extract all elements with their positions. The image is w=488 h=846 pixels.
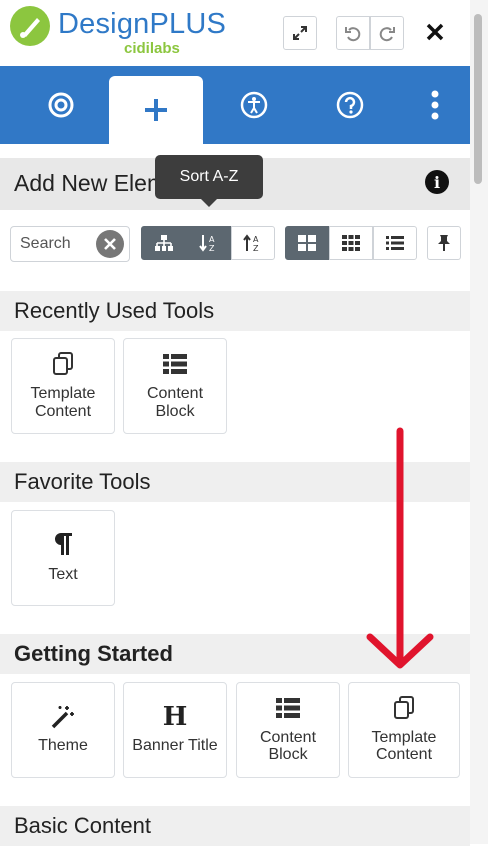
view-large-grid-button[interactable] — [285, 226, 329, 260]
svg-text:A: A — [209, 235, 215, 244]
tool-label-line1: Text — [48, 566, 78, 583]
hierarchy-icon — [155, 235, 173, 251]
tool-label-line1: Banner Title — [132, 737, 218, 754]
plus-icon — [145, 99, 167, 121]
block-list-icon — [236, 698, 340, 718]
target-icon — [48, 92, 74, 118]
brand-subtitle: cidilabs — [124, 40, 180, 57]
more-vertical-icon — [431, 90, 439, 120]
tool-label-line1: Template — [371, 729, 437, 746]
large-grid-icon — [298, 235, 316, 251]
tool-tile-theme[interactable] — [11, 682, 115, 778]
block-list-icon — [123, 354, 227, 374]
close-icon — [104, 238, 116, 250]
svg-text:Z: Z — [253, 244, 259, 253]
tool-tile-text[interactable] — [11, 510, 115, 606]
sort-hierarchy-button[interactable] — [141, 226, 187, 260]
view-list-button[interactable] — [373, 226, 417, 260]
sort-z-a-icon: AZ — [243, 234, 259, 253]
undo-button[interactable] — [336, 16, 370, 50]
sort-a-z-button[interactable]: AZ — [187, 226, 231, 260]
redo-icon — [379, 27, 395, 42]
tab-help[interactable] — [303, 66, 397, 144]
tab-accessibility[interactable] — [207, 66, 301, 144]
search-placeholder: Search — [20, 235, 71, 252]
small-grid-icon — [342, 235, 360, 251]
designplus-logo — [10, 6, 50, 46]
tooltip-arrow — [201, 199, 217, 207]
expand-icon — [293, 26, 307, 40]
section-getting-started-label: Getting Started — [14, 641, 173, 666]
tab-target[interactable] — [14, 66, 108, 144]
tool-label-line2: Content — [34, 403, 92, 420]
brand-title: DesignPLUS — [58, 8, 227, 40]
magic-wand-icon — [11, 704, 115, 730]
svg-text:Z: Z — [209, 244, 215, 253]
sort-tooltip: Sort A-Z — [155, 155, 263, 199]
section-basic-label: Basic Content — [14, 813, 151, 838]
annotation-arrow — [360, 425, 440, 680]
scrollbar-thumb[interactable] — [474, 14, 482, 184]
tool-label-line1: Content — [146, 385, 204, 402]
tool-label-line1: Template — [30, 385, 96, 402]
tab-add-elements[interactable] — [109, 76, 203, 144]
copy-icon — [11, 352, 115, 376]
tool-label-line1: Theme — [38, 737, 88, 754]
section-favorite-label: Favorite Tools — [14, 469, 151, 494]
tool-label-line2: Block — [268, 746, 308, 763]
tool-label-line1: Content — [259, 729, 317, 746]
undo-icon — [345, 27, 361, 42]
redo-button[interactable] — [370, 16, 404, 50]
expand-button[interactable] — [283, 16, 317, 50]
pilcrow-icon — [11, 532, 115, 556]
section-recent-label: Recently Used Tools — [14, 298, 215, 323]
tab-more[interactable] — [388, 66, 482, 144]
close-button[interactable] — [422, 16, 448, 48]
close-icon — [426, 23, 444, 41]
accessibility-icon — [240, 91, 268, 119]
sort-z-a-button[interactable]: AZ — [231, 226, 275, 260]
tab-bar — [0, 66, 470, 144]
info-icon[interactable]: i — [425, 170, 449, 194]
heading-icon: H — [162, 702, 188, 732]
tool-label-line2: Content — [375, 746, 433, 763]
copy-icon — [352, 696, 456, 720]
sort-a-z-icon: AZ — [199, 235, 215, 253]
svg-text:A: A — [253, 235, 259, 244]
help-icon — [336, 91, 364, 119]
list-icon — [386, 236, 404, 250]
pin-button[interactable] — [427, 226, 461, 260]
clear-search-button[interactable] — [96, 230, 124, 258]
view-small-grid-button[interactable] — [329, 226, 373, 260]
tool-label-line2: Block — [155, 403, 195, 420]
pin-icon — [438, 235, 450, 251]
